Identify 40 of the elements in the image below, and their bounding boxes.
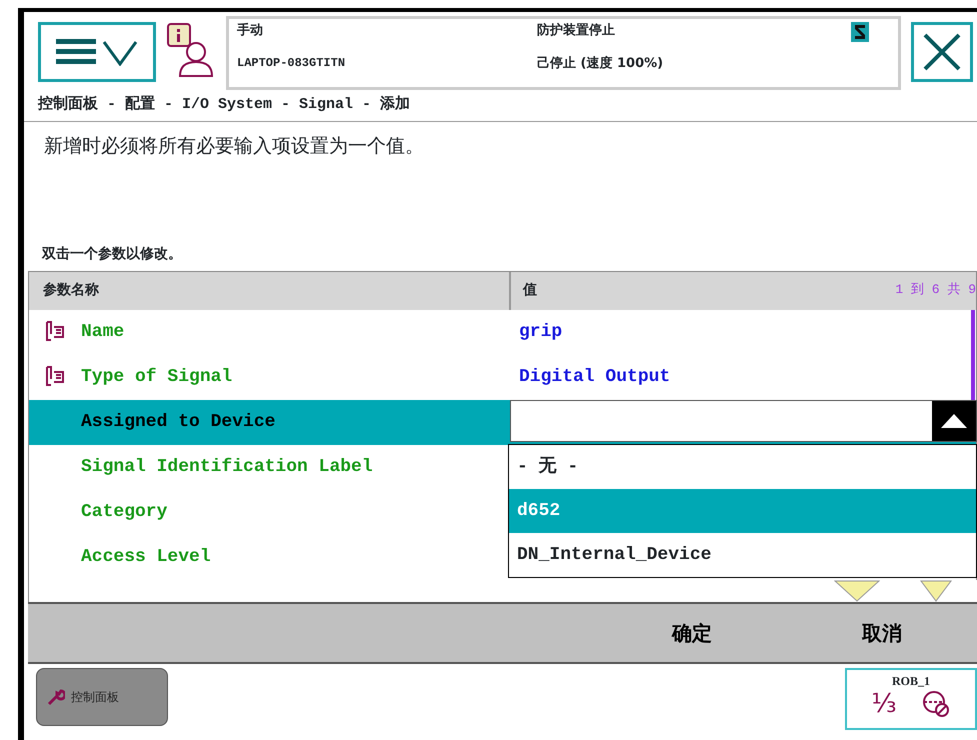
action-button[interactable]: 确定 [597,604,787,662]
page-info-text: 1 到 6 共 9 [895,281,976,299]
caret-up-icon[interactable] [941,414,967,428]
robot-name-text: ROB_1 [892,672,930,690]
instruction-text: 双击一个参数以修改。 [40,244,183,264]
parameter-value[interactable]: grip [519,322,562,342]
controller-name-text: LAPTOP-083GTITN [237,55,346,72]
menu-icon [56,37,96,67]
close-icon [922,32,962,72]
parameter-name[interactable]: Signal Identification Label [81,454,373,480]
guard-status-text: 防护装置停止 [537,22,616,40]
run-state-text: 己停止 (速度 100%) [537,54,664,74]
parameter-name[interactable]: Type of Signal [81,364,232,390]
tool-disabled-icon [920,690,951,718]
dropdown-field[interactable] [510,400,977,442]
parameter-name[interactable]: Category [81,498,168,526]
breadcrumb-text: 控制面板 - 配置 - I/O System - Signal - 添加 [24,90,977,122]
robot-status-panel[interactable]: ROB_1 ⅓ [845,668,977,730]
message-text: 新增时必须将所有必要输入项设置为一个值。 [43,134,425,158]
scrollbar[interactable] [971,310,975,401]
parameter-name[interactable]: Assigned to Device [81,408,276,436]
wrench-icon [47,688,65,706]
parameter-name[interactable]: Name [81,318,124,346]
action-button[interactable]: 取消 [787,604,977,662]
status-flag-icon [850,21,870,43]
control-panel-button[interactable]: 控制面板 [36,668,168,726]
parameter-value[interactable]: Digital Output [519,366,670,386]
required-field-icon [45,366,65,388]
column-header: 参数名称 [29,272,511,310]
dropdown-option[interactable]: DN_Internal_Device [509,533,976,577]
menu-button[interactable] [38,22,156,82]
chevron-down-icon [102,38,138,66]
parameter-name[interactable]: Access Level [81,544,211,570]
operating-mode-text: 手动 [237,22,264,40]
close-button[interactable] [911,22,973,82]
dropdown-option[interactable]: - 无 - [509,445,976,489]
operator-info-icon[interactable] [166,22,216,78]
required-field-icon [45,321,65,343]
speed-fraction-text: ⅓ [871,690,897,716]
column-header: 值 [523,281,537,300]
